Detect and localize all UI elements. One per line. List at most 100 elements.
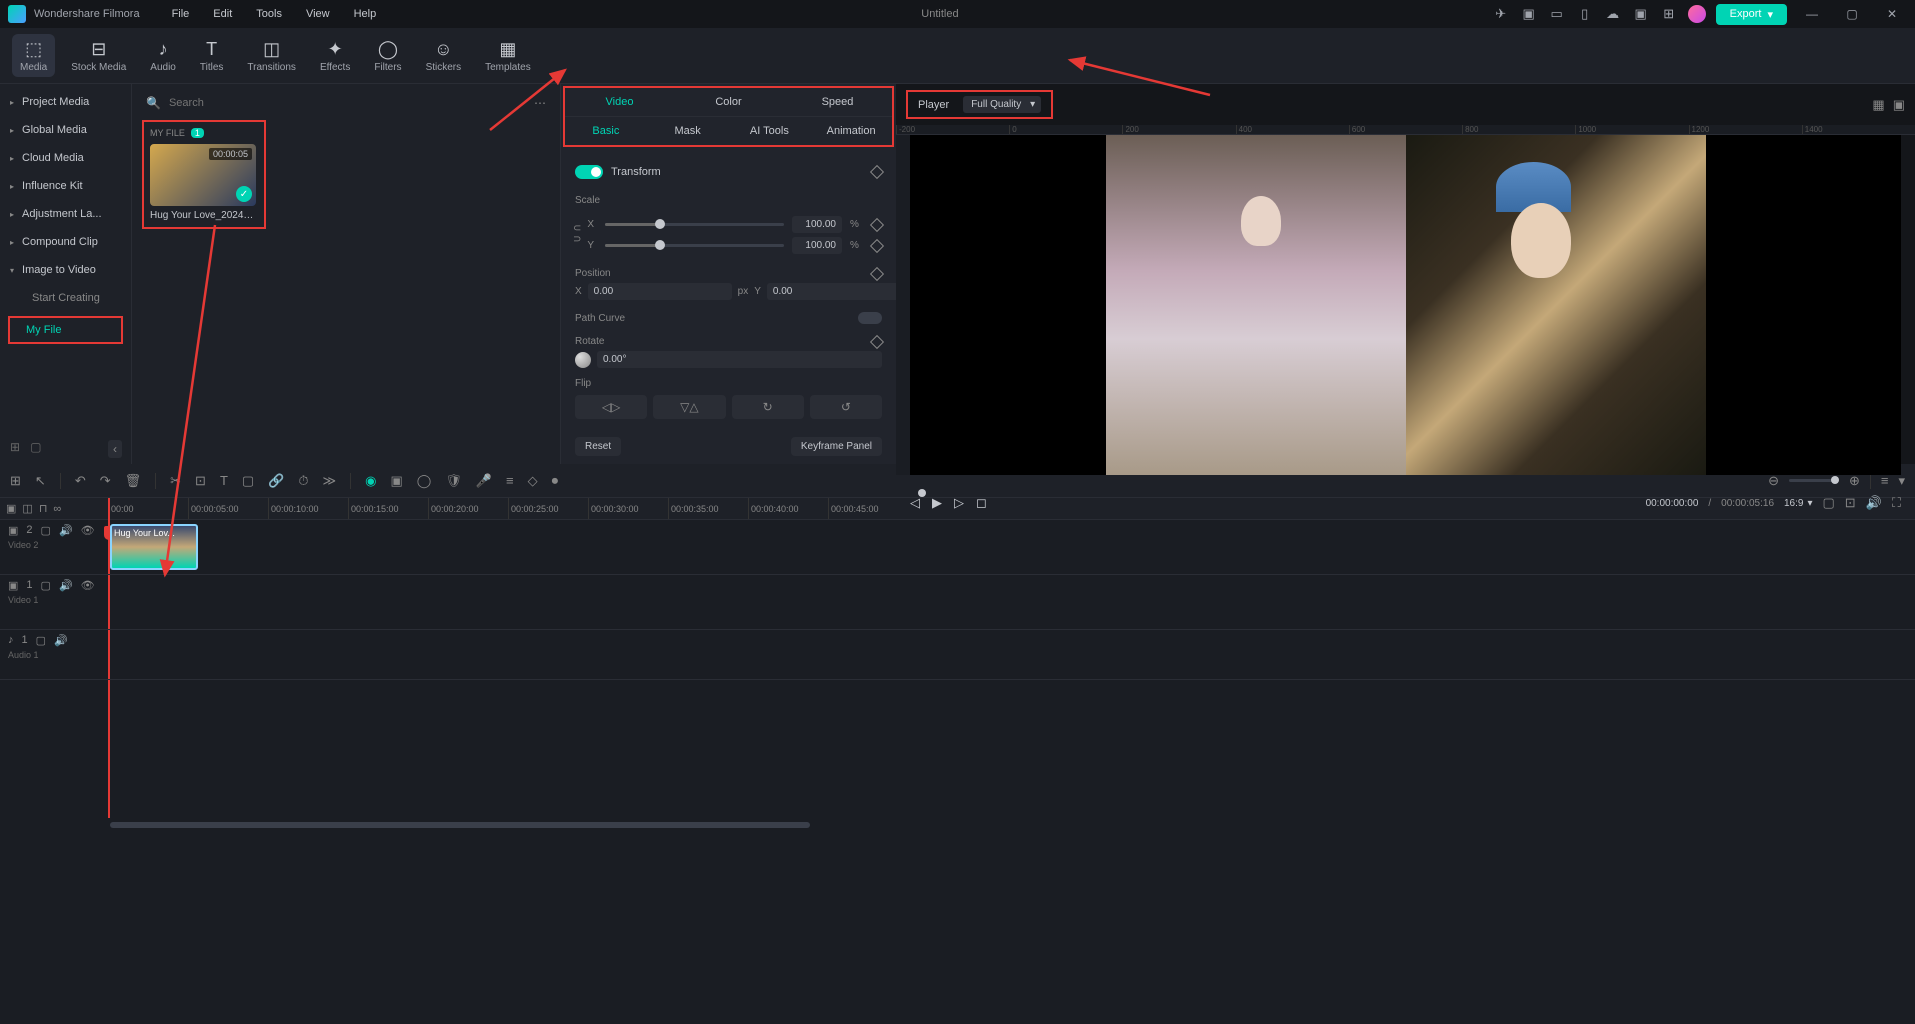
rotate-knob[interactable] — [575, 352, 591, 368]
timeline-zoom-slider[interactable] — [1789, 479, 1839, 482]
preview-canvas[interactable] — [910, 135, 1901, 475]
ruler-mark[interactable]: 00:00:45:00 — [828, 498, 908, 519]
close-button[interactable]: ✕ — [1877, 4, 1907, 24]
tool-filters[interactable]: ◯Filters — [366, 34, 409, 77]
mute-icon[interactable]: 🔊 — [54, 634, 68, 647]
record-button[interactable]: ⏺ — [552, 473, 559, 489]
keyframe-icon[interactable] — [870, 217, 884, 231]
mic-button[interactable]: 🎤 — [476, 473, 492, 489]
keyframe-icon[interactable] — [870, 266, 884, 280]
keyframe-icon[interactable] — [870, 238, 884, 252]
timeline-clip[interactable]: Hug Your Lov... — [110, 524, 198, 570]
sidebar-influence-kit[interactable]: ▸Influence Kit — [0, 172, 131, 200]
delete-button[interactable]: 🗑 — [125, 473, 142, 489]
tool-titles[interactable]: TTitles — [192, 34, 232, 77]
reset-button[interactable]: Reset — [575, 437, 621, 456]
position-x-input[interactable] — [588, 283, 732, 300]
flip-vertical-button[interactable]: ▽△ — [653, 395, 725, 419]
track-header-video-1[interactable]: ▣1▢🔊👁 Video 1 — [0, 575, 108, 630]
rotate-input[interactable] — [597, 351, 882, 368]
shield-button[interactable]: 🛡 — [445, 473, 462, 489]
rotate-ccw-button[interactable]: ↺ — [810, 395, 882, 419]
sidebar-global-media[interactable]: ▸Global Media — [0, 116, 131, 144]
color-tl-button[interactable]: ◯ — [417, 473, 432, 489]
ruler-mark[interactable]: 00:00:15:00 — [348, 498, 428, 519]
marker-button[interactable]: ◇ — [528, 473, 538, 489]
tool-effects[interactable]: ✦Effects — [312, 34, 358, 77]
track-lane-audio-1[interactable] — [108, 630, 1915, 680]
ruler-mark[interactable]: 00:00:25:00 — [508, 498, 588, 519]
speed-button[interactable]: ⏱ — [298, 473, 308, 489]
tool-audio[interactable]: ♪Audio — [142, 34, 184, 77]
adjust-button[interactable]: ≡ — [506, 473, 514, 488]
visibility-icon[interactable]: 👁 — [81, 524, 95, 537]
menu-file[interactable]: File — [160, 3, 202, 25]
ruler-mark[interactable]: 00:00:05:00 — [188, 498, 268, 519]
new-folder-icon[interactable]: ⊞ — [10, 440, 20, 458]
track-header-video-2[interactable]: ▣2▢🔊👁 Video 2 — [0, 520, 108, 575]
link-button[interactable]: 🔗 — [268, 473, 284, 489]
visibility-icon[interactable]: 👁 — [81, 579, 95, 592]
tab-color[interactable]: Color — [674, 88, 783, 116]
hdr-icon-2[interactable]: ◫ — [22, 502, 32, 515]
tool-transitions[interactable]: ◫Transitions — [239, 34, 304, 77]
magnet-icon[interactable]: ⊓ — [39, 502, 48, 515]
menu-edit[interactable]: Edit — [201, 3, 244, 25]
export-button[interactable]: Export▾ — [1716, 4, 1787, 25]
ruler-mark[interactable]: 00:00:20:00 — [428, 498, 508, 519]
folder-icon[interactable]: ▢ — [36, 634, 46, 647]
quality-select[interactable]: Full Quality — [963, 96, 1041, 113]
folder-icon[interactable]: ▢ — [41, 524, 51, 537]
mute-icon[interactable]: 🔊 — [59, 579, 73, 592]
send-icon[interactable]: ✈ — [1492, 5, 1510, 23]
collapse-icon[interactable]: ‹ — [108, 440, 122, 458]
keyframe-panel-button[interactable]: Keyframe Panel — [791, 437, 882, 456]
cloud-icon[interactable]: ☁ — [1604, 5, 1622, 23]
more-icon[interactable]: ⋯ — [534, 96, 546, 110]
sidebar-compound-clip[interactable]: ▸Compound Clip — [0, 228, 131, 256]
ruler-mark[interactable]: 00:00:10:00 — [268, 498, 348, 519]
hdr-icon-1[interactable]: ▣ — [6, 502, 16, 515]
tool-templates[interactable]: ▦Templates — [477, 34, 539, 77]
tool-media[interactable]: ⬚Media — [12, 34, 55, 77]
mute-icon[interactable]: 🔊 — [59, 524, 73, 537]
text-button[interactable]: T — [220, 473, 228, 488]
layout-icon[interactable]: ▦ — [1872, 97, 1884, 113]
effects-tl-button[interactable]: ▣ — [390, 473, 402, 489]
transform-toggle[interactable] — [575, 165, 603, 179]
menu-view[interactable]: View — [294, 3, 342, 25]
redo-button[interactable]: ↷ — [100, 473, 111, 489]
scale-y-slider[interactable] — [605, 244, 784, 247]
media-clip-thumbnail[interactable]: 00:00:05 ✓ — [150, 144, 256, 206]
link-tl-icon[interactable]: ∞ — [53, 503, 61, 515]
link-icon[interactable]: ⊂⊃ — [573, 223, 581, 245]
keyframe-icon[interactable] — [870, 334, 884, 348]
tool-stock-media[interactable]: ⊟Stock Media — [63, 34, 134, 77]
sidebar-cloud-media[interactable]: ▸Cloud Media — [0, 144, 131, 172]
rotate-cw-button[interactable]: ↻ — [732, 395, 804, 419]
subtab-ai-tools[interactable]: AI Tools — [729, 117, 811, 145]
scale-y-input[interactable] — [792, 237, 842, 254]
timeline-scrollbar[interactable] — [108, 820, 1915, 830]
scale-x-slider[interactable] — [605, 223, 784, 226]
sidebar-adjustment-layer[interactable]: ▸Adjustment La... — [0, 200, 131, 228]
ruler-mark[interactable]: 00:00:30:00 — [588, 498, 668, 519]
apps-icon[interactable]: ⊞ — [1660, 5, 1678, 23]
track-header-audio-1[interactable]: ♪1▢🔊 Audio 1 — [0, 630, 108, 680]
layers-icon[interactable]: ▣ — [1520, 5, 1538, 23]
more-button[interactable]: ≫ — [323, 473, 337, 489]
search-input[interactable] — [169, 97, 526, 109]
cut-button[interactable]: ✂ — [170, 473, 181, 489]
crop-button[interactable]: ⊡ — [195, 473, 206, 489]
ruler-mark[interactable]: 00:00:40:00 — [748, 498, 828, 519]
tool-stickers[interactable]: ☺Stickers — [418, 34, 470, 77]
folder-icon[interactable]: ▢ — [41, 579, 51, 592]
document-icon[interactable]: ▯ — [1576, 5, 1594, 23]
maximize-button[interactable]: ▢ — [1837, 4, 1867, 24]
flip-horizontal-button[interactable]: ◁▷ — [575, 395, 647, 419]
minimize-button[interactable]: — — [1797, 4, 1827, 24]
copy-button[interactable]: ▢ — [242, 473, 254, 489]
track-lane-video-1[interactable] — [108, 575, 1915, 630]
position-y-input[interactable] — [767, 283, 896, 300]
scale-x-input[interactable] — [792, 216, 842, 233]
